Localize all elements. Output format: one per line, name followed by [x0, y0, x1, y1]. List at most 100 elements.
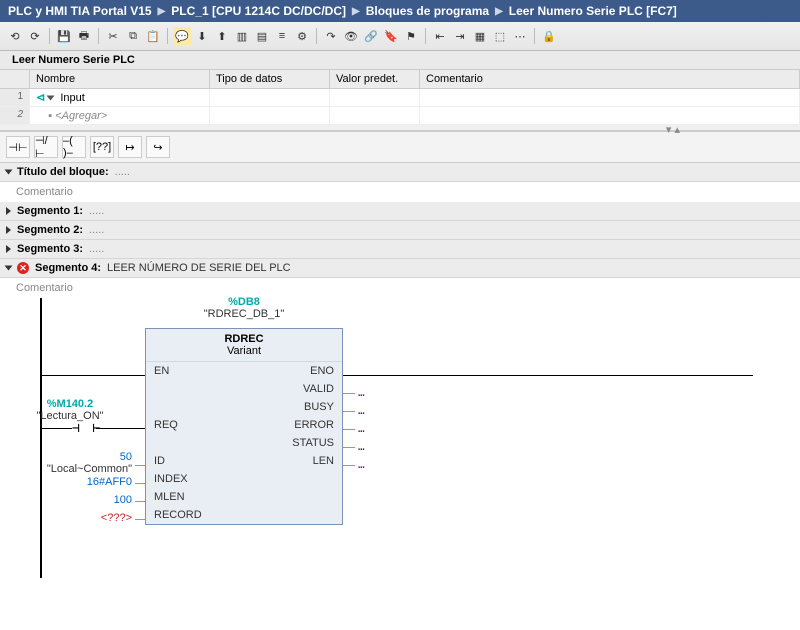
- instance-db-label[interactable]: %DB8 "RDREC_DB_1": [145, 296, 343, 320]
- goto-icon[interactable]: ↷: [322, 27, 340, 45]
- pin-busy[interactable]: BUSY: [304, 401, 334, 413]
- print-icon[interactable]: 🖶: [75, 27, 93, 45]
- indent-left-icon[interactable]: ⇤: [431, 27, 449, 45]
- pin-req[interactable]: REQ: [154, 419, 178, 431]
- paste-icon[interactable]: 📋: [144, 27, 162, 45]
- io-pin-icon: ⊲: [36, 92, 45, 104]
- network-icon[interactable]: ⬚: [491, 27, 509, 45]
- segment-3-header[interactable]: Segmento 3: .....: [0, 240, 800, 259]
- pin-en[interactable]: EN: [154, 365, 169, 377]
- db-address: %DB8: [145, 296, 343, 308]
- id-str: "Local~Common": [20, 463, 132, 475]
- block-up-icon[interactable]: ▤: [253, 27, 271, 45]
- error-output[interactable]: …: [358, 422, 365, 435]
- jump-icon[interactable]: ↪: [146, 136, 170, 158]
- pin-error[interactable]: ERROR: [294, 419, 334, 431]
- mlen-input[interactable]: 100: [50, 494, 132, 506]
- table-row[interactable]: 2 ⊲ ▪ <Agregar>: [0, 107, 800, 125]
- chevron-right-icon[interactable]: [6, 245, 11, 253]
- segment-2-header[interactable]: Segmento 2: .....: [0, 221, 800, 240]
- ladder-network[interactable]: %DB8 "RDREC_DB_1" RDREC Variant EN ENO VA…: [0, 298, 800, 578]
- segment-4-header[interactable]: ✕ Segmento 4: LEER NÚMERO DE SERIE DEL P…: [0, 259, 800, 278]
- lock-icon[interactable]: 🔒: [540, 27, 558, 45]
- segment-label: Segmento 4:: [35, 262, 101, 274]
- pin-record[interactable]: RECORD: [154, 509, 202, 521]
- more-icon[interactable]: ⋯: [511, 27, 529, 45]
- col-nombre[interactable]: Nombre: [30, 70, 210, 88]
- pin-mlen[interactable]: MLEN: [154, 491, 185, 503]
- refresh-all-icon[interactable]: ⟳: [26, 27, 44, 45]
- col-tipo[interactable]: Tipo de datos: [210, 70, 330, 88]
- crumb-0[interactable]: PLC y HMI TIA Portal V15: [8, 4, 152, 18]
- col-comentario[interactable]: Comentario: [420, 70, 800, 88]
- index-input[interactable]: 16#AFF0: [50, 476, 132, 488]
- chevron-right-icon[interactable]: [6, 226, 11, 234]
- block-name-header: Leer Numero Serie PLC: [0, 51, 800, 70]
- function-block[interactable]: RDREC Variant ENENO VALID BUSY REQERROR …: [145, 328, 343, 525]
- row-name[interactable]: ⊲ Input: [30, 89, 210, 106]
- segment-1-header[interactable]: Segmento 1: .....: [0, 202, 800, 221]
- segment-title[interactable]: LEER NÚMERO DE SERIE DEL PLC: [107, 262, 291, 274]
- chevron-down-icon[interactable]: [5, 266, 13, 271]
- segment-comment[interactable]: Comentario: [0, 278, 800, 298]
- wire: [42, 428, 72, 429]
- chevron-down-icon[interactable]: [47, 96, 55, 101]
- crumb-2[interactable]: Bloques de programa: [366, 4, 489, 18]
- cut-icon[interactable]: ✂: [104, 27, 122, 45]
- chevron-right-icon[interactable]: [6, 207, 11, 215]
- record-input[interactable]: <???>: [50, 512, 132, 524]
- upload-icon[interactable]: ⬆: [213, 27, 231, 45]
- align-icon[interactable]: ▦: [471, 27, 489, 45]
- pin-len[interactable]: LEN: [313, 455, 334, 467]
- pin-index[interactable]: INDEX: [154, 473, 188, 485]
- wire: [343, 375, 753, 376]
- id-input[interactable]: 50 "Local~Common": [20, 451, 132, 475]
- valid-output[interactable]: …: [358, 386, 365, 399]
- dots: .....: [89, 224, 104, 236]
- box-icon[interactable]: [??]: [90, 136, 114, 158]
- coil-icon[interactable]: –( )–: [62, 136, 86, 158]
- save-icon[interactable]: 💾: [55, 27, 73, 45]
- wire: [135, 519, 145, 520]
- chevron-down-icon[interactable]: [5, 170, 13, 175]
- flag-icon[interactable]: ⚑: [402, 27, 420, 45]
- len-output[interactable]: …: [358, 458, 365, 471]
- contact-no-icon[interactable]: ⊣⊢: [6, 136, 30, 158]
- breadcrumb[interactable]: PLC y HMI TIA Portal V15 ▶ PLC_1 [CPU 12…: [0, 0, 800, 22]
- crumb-3[interactable]: Leer Numero Serie PLC [FC7]: [509, 4, 677, 18]
- separator: [167, 28, 168, 44]
- table-row[interactable]: 1 ⊲ Input: [0, 89, 800, 107]
- block-down-icon[interactable]: ▥: [233, 27, 251, 45]
- splitter-handle-icon[interactable]: ▾ ▴: [666, 123, 680, 136]
- fb-header: RDREC Variant: [146, 329, 342, 362]
- compile-icon[interactable]: ⚙: [293, 27, 311, 45]
- pin-valid[interactable]: VALID: [303, 383, 334, 395]
- download-icon[interactable]: ⬇: [193, 27, 211, 45]
- comment-icon[interactable]: 💬: [173, 27, 191, 45]
- monitor-icon[interactable]: 👁: [342, 27, 360, 45]
- row-add-placeholder[interactable]: ⊲ ▪ <Agregar>: [30, 107, 210, 124]
- req-tag[interactable]: %M140.2 "Lectura_ON": [30, 398, 110, 422]
- req-name: "Lectura_ON": [30, 410, 110, 422]
- bookmark-icon[interactable]: 🔖: [382, 27, 400, 45]
- id-num: 50: [20, 451, 132, 463]
- status-output[interactable]: …: [358, 440, 365, 453]
- contact-nc-icon[interactable]: ⊣/⊢: [34, 136, 58, 158]
- col-valor[interactable]: Valor predet.: [330, 70, 420, 88]
- separator: [425, 28, 426, 44]
- busy-output[interactable]: …: [358, 404, 365, 417]
- crumb-1[interactable]: PLC_1 [CPU 1214C DC/DC/DC]: [171, 4, 346, 18]
- pin-status[interactable]: STATUS: [292, 437, 334, 449]
- pin-eno[interactable]: ENO: [310, 365, 334, 377]
- section-label: Título del bloque:: [17, 166, 109, 178]
- branch-icon[interactable]: ↦: [118, 136, 142, 158]
- refresh-icon[interactable]: ⟲: [6, 27, 24, 45]
- block-comment[interactable]: Comentario: [0, 182, 800, 202]
- block-title-section[interactable]: Título del bloque: .....: [0, 163, 800, 182]
- indent-right-icon[interactable]: ⇥: [451, 27, 469, 45]
- pin-id[interactable]: ID: [154, 455, 165, 467]
- link-icon[interactable]: 🔗: [362, 27, 380, 45]
- segment-label: Segmento 1:: [17, 205, 83, 217]
- list-icon[interactable]: ≡: [273, 27, 291, 45]
- copy-icon[interactable]: ⧉: [124, 27, 142, 45]
